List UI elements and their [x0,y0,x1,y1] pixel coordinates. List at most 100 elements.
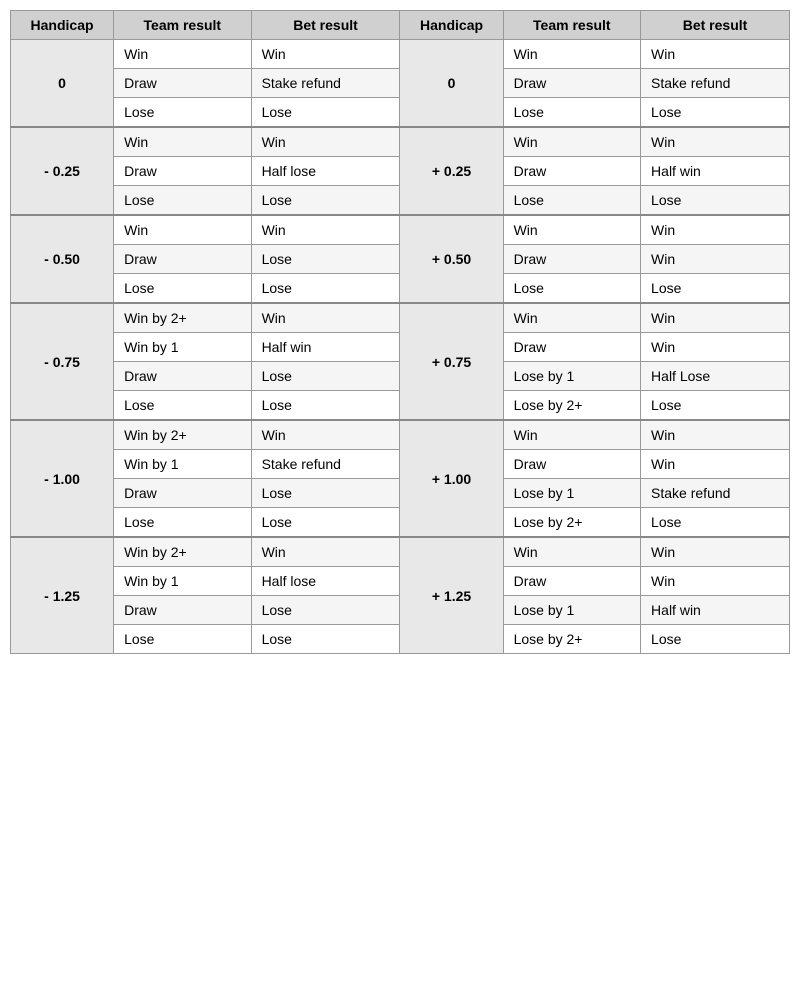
left-team-result: Draw [114,362,251,391]
table-row: - 1.25Win by 2+Win+ 1.25WinWin [11,537,790,567]
left-bet-result: Win [251,40,400,69]
left-bet-result: Lose [251,98,400,128]
right-bet-result: Lose [641,98,790,128]
header-row: HandicapTeam resultBet resultHandicapTea… [11,11,790,40]
left-team-result: Win by 2+ [114,537,251,567]
right-bet-result: Win [641,40,790,69]
left-bet-result: Win [251,215,400,245]
right-handicap-cell: + 0.75 [400,303,503,420]
right-bet-result: Win [641,450,790,479]
left-team-result: Win [114,127,251,157]
right-handicap-cell: + 0.25 [400,127,503,215]
column-header-5: Bet result [641,11,790,40]
right-team-result: Lose by 1 [503,479,640,508]
right-handicap-cell: + 1.25 [400,537,503,654]
right-handicap-cell: + 1.00 [400,420,503,537]
left-bet-result: Win [251,303,400,333]
right-team-result: Lose by 2+ [503,391,640,421]
left-bet-result: Stake refund [251,69,400,98]
right-bet-result: Win [641,537,790,567]
left-handicap-cell: - 0.75 [11,303,114,420]
right-bet-result: Lose [641,391,790,421]
column-header-0: Handicap [11,11,114,40]
left-bet-result: Win [251,537,400,567]
right-team-result: Win [503,215,640,245]
left-team-result: Lose [114,186,251,216]
left-team-result: Win by 1 [114,567,251,596]
left-bet-result: Win [251,420,400,450]
left-team-result: Win by 1 [114,450,251,479]
left-team-result: Draw [114,596,251,625]
left-bet-result: Lose [251,479,400,508]
right-team-result: Win [503,420,640,450]
handicap-table: HandicapTeam resultBet resultHandicapTea… [10,10,790,654]
left-team-result: Lose [114,98,251,128]
left-team-result: Lose [114,274,251,304]
left-bet-result: Lose [251,362,400,391]
right-team-result: Lose [503,186,640,216]
table-row: - 0.50WinWin+ 0.50WinWin [11,215,790,245]
right-bet-result: Stake refund [641,69,790,98]
left-team-result: Draw [114,69,251,98]
left-bet-result: Lose [251,391,400,421]
left-team-result: Draw [114,245,251,274]
table-row: - 1.00Win by 2+Win+ 1.00WinWin [11,420,790,450]
right-team-result: Win [503,303,640,333]
left-team-result: Draw [114,157,251,186]
right-team-result: Win [503,40,640,69]
right-handicap-cell: + 0.50 [400,215,503,303]
left-bet-result: Half lose [251,157,400,186]
right-team-result: Lose [503,98,640,128]
table-row: - 0.75Win by 2+Win+ 0.75WinWin [11,303,790,333]
left-bet-result: Win [251,127,400,157]
left-bet-result: Half lose [251,567,400,596]
right-bet-result: Half win [641,157,790,186]
right-bet-result: Stake refund [641,479,790,508]
left-handicap-cell: - 0.25 [11,127,114,215]
right-bet-result: Win [641,127,790,157]
right-team-result: Win [503,127,640,157]
left-team-result: Win by 1 [114,333,251,362]
right-bet-result: Win [641,245,790,274]
left-bet-result: Stake refund [251,450,400,479]
right-bet-result: Lose [641,625,790,654]
right-bet-result: Lose [641,508,790,538]
right-team-result: Draw [503,567,640,596]
left-team-result: Win [114,215,251,245]
right-bet-result: Win [641,303,790,333]
left-bet-result: Lose [251,508,400,538]
right-team-result: Win [503,537,640,567]
left-handicap-cell: - 1.25 [11,537,114,654]
right-bet-result: Win [641,215,790,245]
column-header-2: Bet result [251,11,400,40]
right-team-result: Lose by 2+ [503,508,640,538]
right-team-result: Draw [503,333,640,362]
left-bet-result: Lose [251,245,400,274]
right-team-result: Lose [503,274,640,304]
right-bet-result: Lose [641,186,790,216]
right-bet-result: Win [641,420,790,450]
right-team-result: Draw [503,245,640,274]
right-bet-result: Win [641,567,790,596]
left-handicap-cell: 0 [11,40,114,128]
left-bet-result: Half win [251,333,400,362]
left-bet-result: Lose [251,625,400,654]
right-team-result: Draw [503,69,640,98]
right-team-result: Draw [503,157,640,186]
left-team-result: Lose [114,508,251,538]
right-bet-result: Lose [641,274,790,304]
left-bet-result: Lose [251,186,400,216]
left-team-result: Lose [114,625,251,654]
column-header-1: Team result [114,11,251,40]
column-header-3: Handicap [400,11,503,40]
left-handicap-cell: - 0.50 [11,215,114,303]
right-team-result: Lose by 2+ [503,625,640,654]
left-handicap-cell: - 1.00 [11,420,114,537]
left-team-result: Lose [114,391,251,421]
table-row: 0WinWin0WinWin [11,40,790,69]
right-team-result: Draw [503,450,640,479]
right-team-result: Lose by 1 [503,596,640,625]
left-team-result: Win [114,40,251,69]
right-team-result: Lose by 1 [503,362,640,391]
right-handicap-cell: 0 [400,40,503,128]
